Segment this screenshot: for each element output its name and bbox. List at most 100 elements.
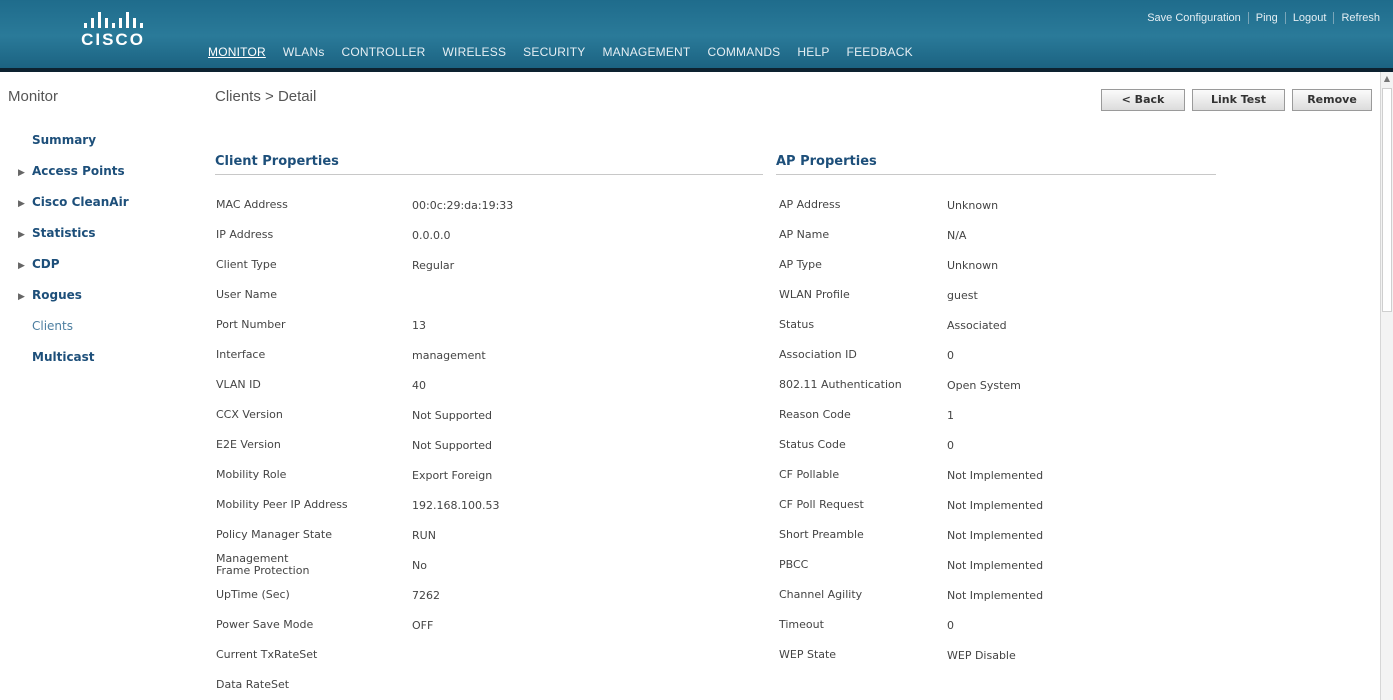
property-label: Channel Agility: [779, 588, 863, 601]
property-value: Not Implemented: [947, 588, 1044, 602]
menu-wlans[interactable]: WLANs: [283, 45, 325, 59]
property-label: Current TxRateSet: [216, 648, 318, 661]
cisco-logo: CISCO: [63, 12, 163, 50]
property-value: Open System: [947, 378, 1021, 392]
table-row: Policy Manager State RUN: [216, 520, 513, 550]
cisco-bars-icon: [63, 12, 163, 28]
property-value: N/A: [947, 228, 967, 242]
back-button[interactable]: < Back: [1101, 89, 1185, 111]
table-row: WLAN Profile guest: [776, 280, 1043, 310]
menu-controller[interactable]: CONTROLLER: [342, 45, 426, 59]
property-value: 0: [947, 618, 954, 632]
property-value: Regular: [412, 258, 455, 272]
property-value: Unknown: [947, 198, 999, 212]
table-row: User Name: [216, 280, 513, 310]
table-row: Mobility Role Export Foreign: [216, 460, 513, 490]
ap-properties-section: AP Properties: [776, 154, 1216, 175]
table-row: Management Frame Protection No: [216, 550, 513, 580]
menu-monitor[interactable]: MONITOR: [208, 45, 266, 59]
sidebar-item-access-points[interactable]: ▶ Access Points: [18, 163, 129, 194]
expand-arrow-icon: ▶: [18, 168, 25, 178]
table-row: Short Preamble Not Implemented: [776, 520, 1043, 550]
property-label: Client Type: [216, 258, 277, 271]
property-label: 802.11 Authentication: [779, 378, 902, 391]
table-row: CCX Version Not Supported: [216, 400, 513, 430]
property-value: Associated: [947, 318, 1007, 332]
action-buttons: < Back Link Test Remove: [1101, 89, 1372, 111]
expand-arrow-icon: ▶: [18, 199, 25, 209]
sidebar-item-summary[interactable]: Summary: [18, 132, 129, 163]
save-configuration-link[interactable]: Save Configuration: [1140, 12, 1249, 24]
sidebar-item-multicast[interactable]: Multicast: [18, 349, 129, 380]
property-label: Policy Manager State: [216, 528, 332, 541]
table-row: CF Poll Request Not Implemented: [776, 490, 1043, 520]
table-row: Data RateSet: [216, 670, 513, 700]
property-value: 0.0.0.0: [412, 228, 451, 242]
table-row: AP Name N/A: [776, 220, 1043, 250]
ap-properties-table: AP Address Unknown AP Name N/A AP Type Unkn…: [776, 190, 1043, 670]
property-value: Export Foreign: [412, 468, 493, 482]
menu-wireless[interactable]: WIRELESS: [443, 45, 507, 59]
table-row: Status Code 0: [776, 430, 1043, 460]
table-row: AP Address Unknown: [776, 190, 1043, 220]
property-label: Port Number: [216, 318, 286, 331]
property-label: PBCC: [779, 558, 809, 571]
remove-button[interactable]: Remove: [1292, 89, 1372, 111]
sidebar-list: Summary ▶ Access Points ▶ Cisco CleanAir ▶…: [18, 132, 129, 380]
property-value: 40: [412, 378, 426, 392]
page-title: Clients > Detail: [215, 88, 317, 105]
sidebar-item-clients[interactable]: Clients: [18, 318, 129, 349]
menu-help[interactable]: HELP: [797, 45, 829, 59]
top-header: CISCO Save Configuration Ping Logout Ref…: [0, 0, 1393, 72]
property-label: Power Save Mode: [216, 618, 314, 631]
property-label: CCX Version: [216, 408, 283, 421]
property-value: guest: [947, 288, 978, 302]
table-row: VLAN ID 40: [216, 370, 513, 400]
property-value: 192.168.100.53: [412, 498, 500, 512]
refresh-link[interactable]: Refresh: [1334, 12, 1387, 24]
client-properties-section: Client Properties: [215, 154, 763, 175]
scroll-up-arrow-icon[interactable]: ▲: [1381, 72, 1393, 86]
property-label: Mobility Peer IP Address: [216, 498, 348, 511]
property-value: 1: [947, 408, 954, 422]
table-row: MAC Address 00:0c:29:da:19:33: [216, 190, 513, 220]
vertical-scrollbar[interactable]: ▲: [1380, 72, 1393, 700]
property-label: Mobility Role: [216, 468, 287, 481]
sidebar-item-statistics[interactable]: ▶ Statistics: [18, 225, 129, 256]
property-value: 7262: [412, 588, 440, 602]
table-row: WEP State WEP Disable: [776, 640, 1043, 670]
sidebar-item-cisco-cleanair[interactable]: ▶ Cisco CleanAir: [18, 194, 129, 225]
property-value: 0: [947, 348, 954, 362]
property-label: MAC Address: [216, 198, 288, 211]
ping-link[interactable]: Ping: [1249, 12, 1286, 24]
sidebar-item-rogues[interactable]: ▶ Rogues: [18, 287, 129, 318]
menu-commands[interactable]: COMMANDS: [707, 45, 780, 59]
sidebar-item-label: Statistics: [32, 226, 96, 240]
property-value: Not Implemented: [947, 558, 1044, 572]
property-label: Short Preamble: [779, 528, 864, 541]
property-label: Status: [779, 318, 815, 331]
property-label: WLAN Profile: [779, 288, 850, 301]
property-value: Not Implemented: [947, 468, 1044, 482]
table-row: Port Number 13: [216, 310, 513, 340]
property-value: No: [412, 558, 427, 572]
scrollbar-thumb[interactable]: [1382, 88, 1392, 312]
table-row: Client Type Regular: [216, 250, 513, 280]
property-value: Not Implemented: [947, 528, 1044, 542]
menu-security[interactable]: SECURITY: [523, 45, 585, 59]
table-row: Interface management: [216, 340, 513, 370]
logout-link[interactable]: Logout: [1286, 12, 1335, 24]
link-test-button[interactable]: Link Test: [1192, 89, 1285, 111]
property-value: 0: [947, 438, 954, 452]
menu-feedback[interactable]: FEEDBACK: [847, 45, 913, 59]
table-row: Current TxRateSet: [216, 640, 513, 670]
sidebar-item-label: Access Points: [32, 164, 125, 178]
sidebar-item-cdp[interactable]: ▶ CDP: [18, 256, 129, 287]
table-row: AP Type Unknown: [776, 250, 1043, 280]
sidebar-item-label: Multicast: [32, 350, 95, 364]
property-value: OFF: [412, 618, 434, 632]
sidebar-item-label: Summary: [32, 133, 97, 147]
property-label: Status Code: [779, 438, 846, 451]
property-label: Reason Code: [779, 408, 851, 421]
menu-management[interactable]: MANAGEMENT: [602, 45, 690, 59]
